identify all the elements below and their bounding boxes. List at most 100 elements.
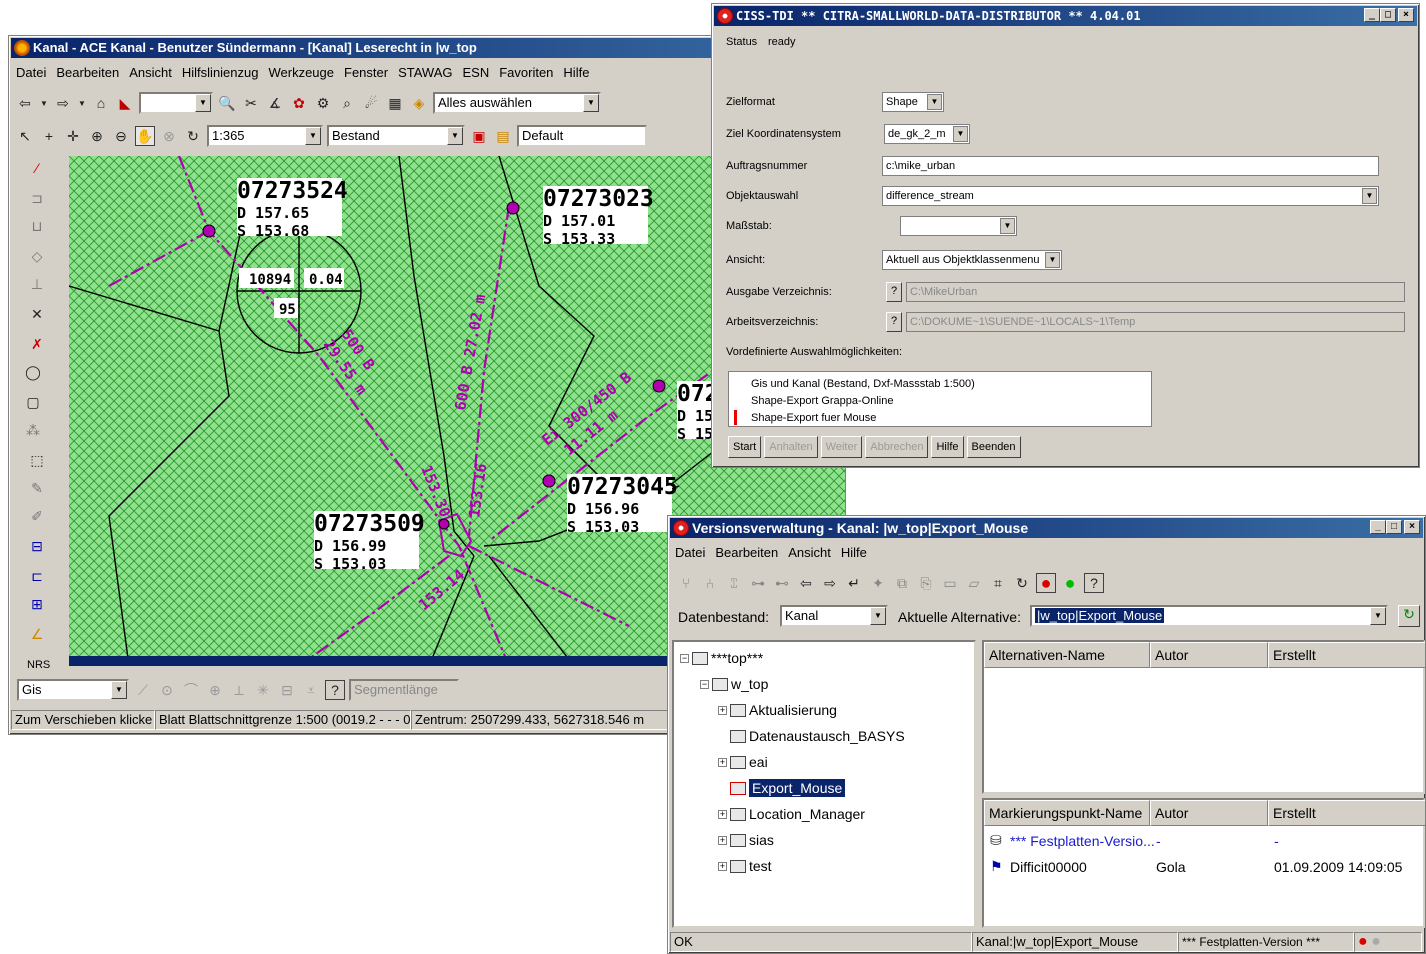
- menu-favoriten[interactable]: Favoriten: [494, 65, 558, 80]
- ausgabe-input[interactable]: C:\MikeUrban: [906, 282, 1405, 302]
- column-header[interactable]: Erstellt: [1268, 800, 1425, 826]
- angle-tool-icon[interactable]: ⟂: [229, 680, 249, 700]
- hilfe-button[interactable]: Hilfe: [931, 436, 964, 458]
- folder-2-icon[interactable]: ▱: [964, 573, 984, 593]
- grid-icon[interactable]: ⊞: [27, 594, 47, 614]
- flashlight-icon[interactable]: ☄: [361, 93, 381, 113]
- expand-icon[interactable]: +: [718, 705, 727, 715]
- menu-datei[interactable]: Datei: [670, 545, 710, 560]
- expand-icon[interactable]: +: [718, 757, 727, 767]
- zoom-in-icon[interactable]: ⊕: [87, 126, 107, 146]
- segment-length-field[interactable]: Segmentlänge: [349, 679, 459, 701]
- insert-icon[interactable]: ⊟: [27, 536, 47, 556]
- rectangle-icon[interactable]: ▢: [23, 392, 43, 412]
- underline-tool-icon[interactable]: ⩡: [301, 680, 321, 700]
- predef-item[interactable]: Gis und Kanal (Bestand, Dxf-Massstab 1:5…: [751, 378, 975, 390]
- column-header[interactable]: Autor: [1150, 800, 1268, 826]
- expand-icon[interactable]: +: [718, 809, 727, 819]
- toolbar-combo-empty[interactable]: ▼: [139, 92, 213, 114]
- menu-bearbeiten[interactable]: Bearbeiten: [51, 65, 124, 80]
- go-button[interactable]: ↻: [1398, 605, 1420, 627]
- menu-esn[interactable]: ESN: [457, 65, 494, 80]
- refresh-icon[interactable]: ↻: [183, 126, 203, 146]
- minimize-icon[interactable]: _: [1364, 8, 1380, 22]
- alternative-select[interactable]: |w_top|Export_Mouse ▼: [1030, 605, 1388, 627]
- tree-node[interactable]: Datenaustausch_BASYS: [730, 728, 905, 744]
- maximize-icon[interactable]: □: [1386, 520, 1402, 534]
- find-icon[interactable]: ◈: [409, 93, 429, 113]
- predef-item[interactable]: Shape-Export Grappa-Online: [751, 395, 893, 407]
- style-combo[interactable]: Default: [517, 125, 647, 147]
- anhalten-button[interactable]: Anhalten: [764, 436, 818, 458]
- abbrechen-button[interactable]: Abbrechen: [865, 436, 929, 458]
- column-header[interactable]: Alternativen-Name: [984, 642, 1150, 668]
- back-arrow-icon[interactable]: ⇦: [15, 93, 35, 113]
- back-arrow-icon[interactable]: ⇦: [796, 573, 816, 593]
- gis-combo[interactable]: Gis ▼: [17, 679, 129, 701]
- edit-icon[interactable]: ✎: [27, 478, 47, 498]
- start-button[interactable]: Start: [728, 436, 762, 458]
- bracket-icon[interactable]: ⊏: [27, 566, 47, 586]
- style-icon[interactable]: ▤: [493, 126, 513, 146]
- select-all-combo[interactable]: Alles auswählen ▼: [433, 92, 601, 114]
- objekt-select[interactable]: difference_stream ▼: [882, 186, 1379, 206]
- point-tool-icon[interactable]: ⊙: [157, 680, 177, 700]
- menu-ansicht[interactable]: Ansicht: [783, 545, 836, 560]
- merge-2-icon[interactable]: ⑄: [724, 573, 744, 593]
- home-icon[interactable]: ⌂: [91, 93, 111, 113]
- menu-stawag[interactable]: STAWAG: [393, 65, 457, 80]
- help-icon[interactable]: ?: [1084, 573, 1104, 593]
- predef-item[interactable]: Shape-Export fuer Mouse: [751, 412, 876, 424]
- pan-hand-icon[interactable]: ✋: [135, 126, 155, 146]
- help-icon[interactable]: ?: [325, 680, 345, 700]
- box-tool-icon[interactable]: ⊟: [277, 680, 297, 700]
- dropdown-arrow-icon[interactable]: ▼: [39, 93, 49, 113]
- draw-line-icon[interactable]: ⁄: [27, 158, 47, 178]
- auftrag-input[interactable]: c:\mike_urban: [882, 156, 1379, 176]
- tree-node-selected[interactable]: Export_Mouse: [730, 779, 846, 797]
- split-icon[interactable]: ⊶: [748, 573, 768, 593]
- line-tool-icon[interactable]: ⟋: [133, 680, 153, 700]
- angle-icon[interactable]: ∡: [265, 93, 285, 113]
- menu-werkzeuge[interactable]: Werkzeuge: [263, 65, 339, 80]
- arbeits-input[interactable]: C:\DOKUME~1\SUENDE~1\LOCALS~1\Temp: [906, 312, 1405, 332]
- crosshair-icon[interactable]: +: [39, 126, 59, 146]
- column-header[interactable]: Erstellt: [1268, 642, 1425, 668]
- maximize-icon[interactable]: □: [1380, 8, 1396, 22]
- dropdown-arrow-icon[interactable]: ▼: [77, 93, 87, 113]
- delete-red-icon[interactable]: ✗: [27, 334, 47, 354]
- menu-hilfe[interactable]: Hilfe: [558, 65, 594, 80]
- copy-icon[interactable]: ⧉: [892, 573, 912, 593]
- expand-icon[interactable]: +: [718, 835, 727, 845]
- datenbestand-select[interactable]: Kanal ▼: [780, 605, 888, 627]
- menu-datei[interactable]: Datei: [11, 65, 51, 80]
- tools-icon[interactable]: ⚙: [313, 93, 333, 113]
- paste-icon[interactable]: ⎘: [916, 573, 936, 593]
- ciss-titlebar[interactable]: CISS-TDI ** CITRA-SMALLWORLD-DATA-DISTRI…: [714, 6, 1417, 26]
- weiter-button[interactable]: Weiter: [820, 436, 863, 458]
- scale-combo[interactable]: 1:365 ▼: [207, 125, 323, 147]
- collapse-icon[interactable]: −: [680, 653, 689, 663]
- measure-icon[interactable]: ✂: [241, 93, 261, 113]
- node-icon[interactable]: ⊥: [27, 274, 47, 294]
- minimize-icon[interactable]: _: [1370, 520, 1386, 534]
- tree-icon[interactable]: ✿: [289, 93, 309, 113]
- column-header[interactable]: Autor: [1150, 642, 1268, 668]
- koord-select[interactable]: de_gk_2_m ▼: [884, 124, 970, 144]
- search-icon[interactable]: ⌕: [337, 93, 357, 113]
- circle-icon[interactable]: ◯: [23, 362, 43, 382]
- star-tool-icon[interactable]: ✳: [253, 680, 273, 700]
- close-icon[interactable]: ×: [1398, 8, 1414, 22]
- select-pointer-icon[interactable]: ◣: [115, 93, 135, 113]
- zoom-out-icon[interactable]: ⊖: [111, 126, 131, 146]
- table-row[interactable]: ⚑ Difficit00000 Gola 01.09.2009 14:09:05: [988, 858, 1424, 878]
- pointer-icon[interactable]: ↖: [15, 126, 35, 146]
- binoculars-icon[interactable]: ⌗: [988, 573, 1008, 593]
- green-light-icon[interactable]: ●: [1060, 573, 1080, 593]
- close-icon[interactable]: ×: [1404, 520, 1420, 534]
- refresh-icon[interactable]: ↻: [1012, 573, 1032, 593]
- forward-arrow-icon[interactable]: ⇨: [820, 573, 840, 593]
- polyline-2-icon[interactable]: ⊔: [27, 216, 47, 236]
- arbeits-browse-button[interactable]: ?: [886, 312, 902, 332]
- edit-2-icon[interactable]: ✐: [27, 506, 47, 526]
